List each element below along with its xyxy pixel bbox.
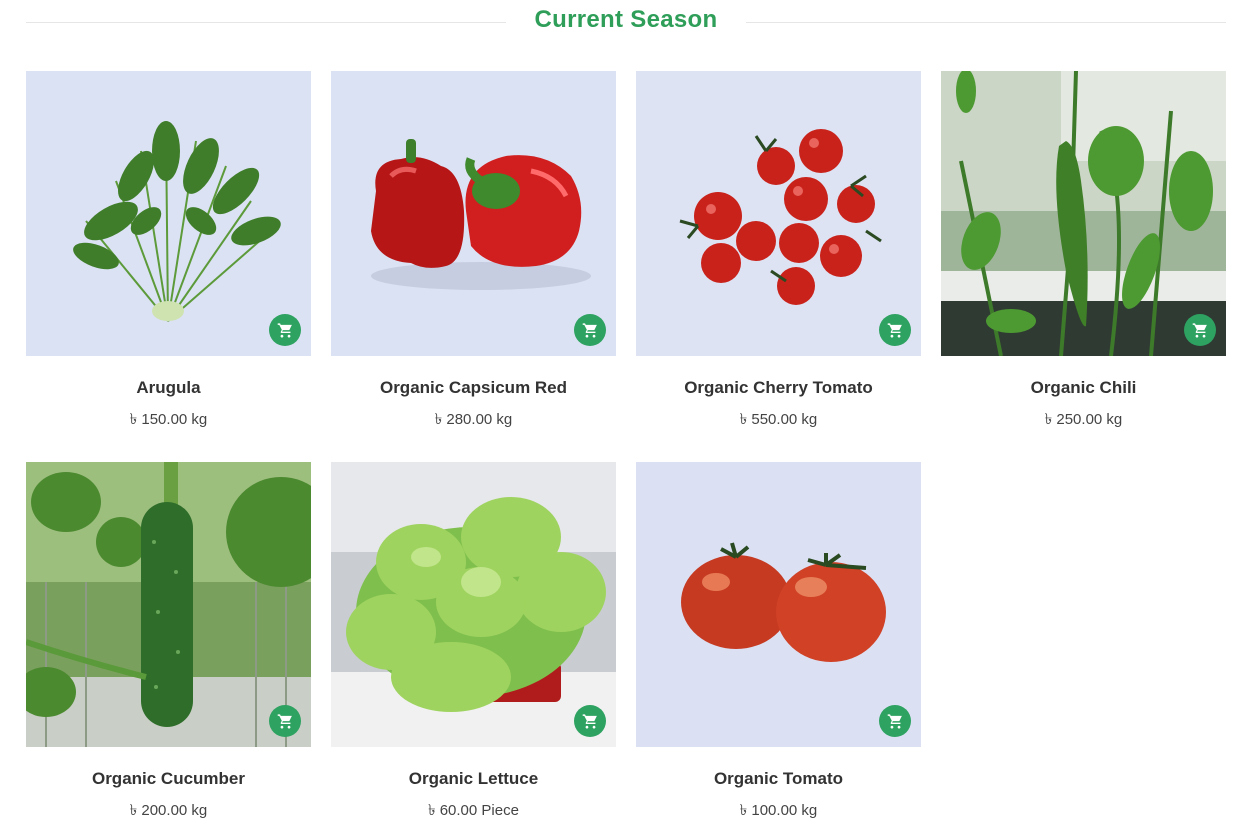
product-name[interactable]: Organic Tomato xyxy=(636,769,921,789)
cherry-tomato-image xyxy=(636,71,921,356)
product-price: ৳ 60.00 Piece xyxy=(428,802,519,819)
product-name[interactable]: Organic Lettuce xyxy=(331,769,616,789)
lettuce-image xyxy=(331,462,616,747)
product-card-lettuce[interactable]: Organic Lettuce ৳ 60.00 Piece xyxy=(331,462,616,824)
shopping-cart-icon xyxy=(1192,322,1207,338)
product-price: ৳ 150.00 kg xyxy=(129,411,208,428)
red-capsicum-image xyxy=(331,71,616,356)
cucumber-plant-image xyxy=(26,462,311,747)
add-to-cart-button[interactable] xyxy=(574,314,606,346)
tomato-image xyxy=(636,462,921,747)
product-image[interactable] xyxy=(636,71,921,356)
product-card-arugula[interactable]: Arugula ৳ 150.00 kg xyxy=(26,71,311,433)
product-card-capsicum[interactable]: Organic Capsicum Red ৳ 280.00 kg xyxy=(331,71,616,433)
product-price: ৳ 250.00 kg xyxy=(1044,411,1123,428)
add-to-cart-button[interactable] xyxy=(1184,314,1216,346)
arugula-image xyxy=(26,71,311,356)
product-name[interactable]: Organic Chili xyxy=(941,378,1226,398)
add-to-cart-button[interactable] xyxy=(879,314,911,346)
product-price: ৳ 200.00 kg xyxy=(129,802,208,819)
product-card-cherry-tomato[interactable]: Organic Cherry Tomato ৳ 550.00 kg xyxy=(636,71,921,433)
add-to-cart-button[interactable] xyxy=(269,314,301,346)
shopping-cart-icon xyxy=(582,322,597,338)
shopping-cart-icon xyxy=(277,713,292,729)
section-header: Current Season xyxy=(26,0,1226,44)
product-card-tomato[interactable]: Organic Tomato ৳ 100.00 kg xyxy=(636,462,921,824)
product-name[interactable]: Organic Capsicum Red xyxy=(331,378,616,398)
shopping-cart-icon xyxy=(277,322,292,338)
shopping-cart-icon xyxy=(887,322,902,338)
product-image[interactable] xyxy=(941,71,1226,356)
product-image[interactable] xyxy=(26,71,311,356)
product-price: ৳ 280.00 kg xyxy=(434,411,513,428)
product-image[interactable] xyxy=(636,462,921,747)
product-image[interactable] xyxy=(331,462,616,747)
product-image[interactable] xyxy=(331,71,616,356)
add-to-cart-button[interactable] xyxy=(269,705,301,737)
product-card-cucumber[interactable]: Organic Cucumber ৳ 200.00 kg xyxy=(26,462,311,824)
chili-plant-image xyxy=(941,71,1226,356)
shopping-cart-icon xyxy=(582,713,597,729)
product-card-chili[interactable]: Organic Chili ৳ 250.00 kg xyxy=(941,71,1226,433)
header-divider-right xyxy=(746,22,1226,23)
product-name[interactable]: Organic Cucumber xyxy=(26,769,311,789)
product-image[interactable] xyxy=(26,462,311,747)
section-title: Current Season xyxy=(534,6,718,33)
add-to-cart-button[interactable] xyxy=(574,705,606,737)
product-price: ৳ 100.00 kg xyxy=(739,802,818,819)
product-price: ৳ 550.00 kg xyxy=(739,411,818,428)
add-to-cart-button[interactable] xyxy=(879,705,911,737)
product-name[interactable]: Arugula xyxy=(26,378,311,398)
product-name[interactable]: Organic Cherry Tomato xyxy=(636,378,921,398)
shopping-cart-icon xyxy=(887,713,902,729)
